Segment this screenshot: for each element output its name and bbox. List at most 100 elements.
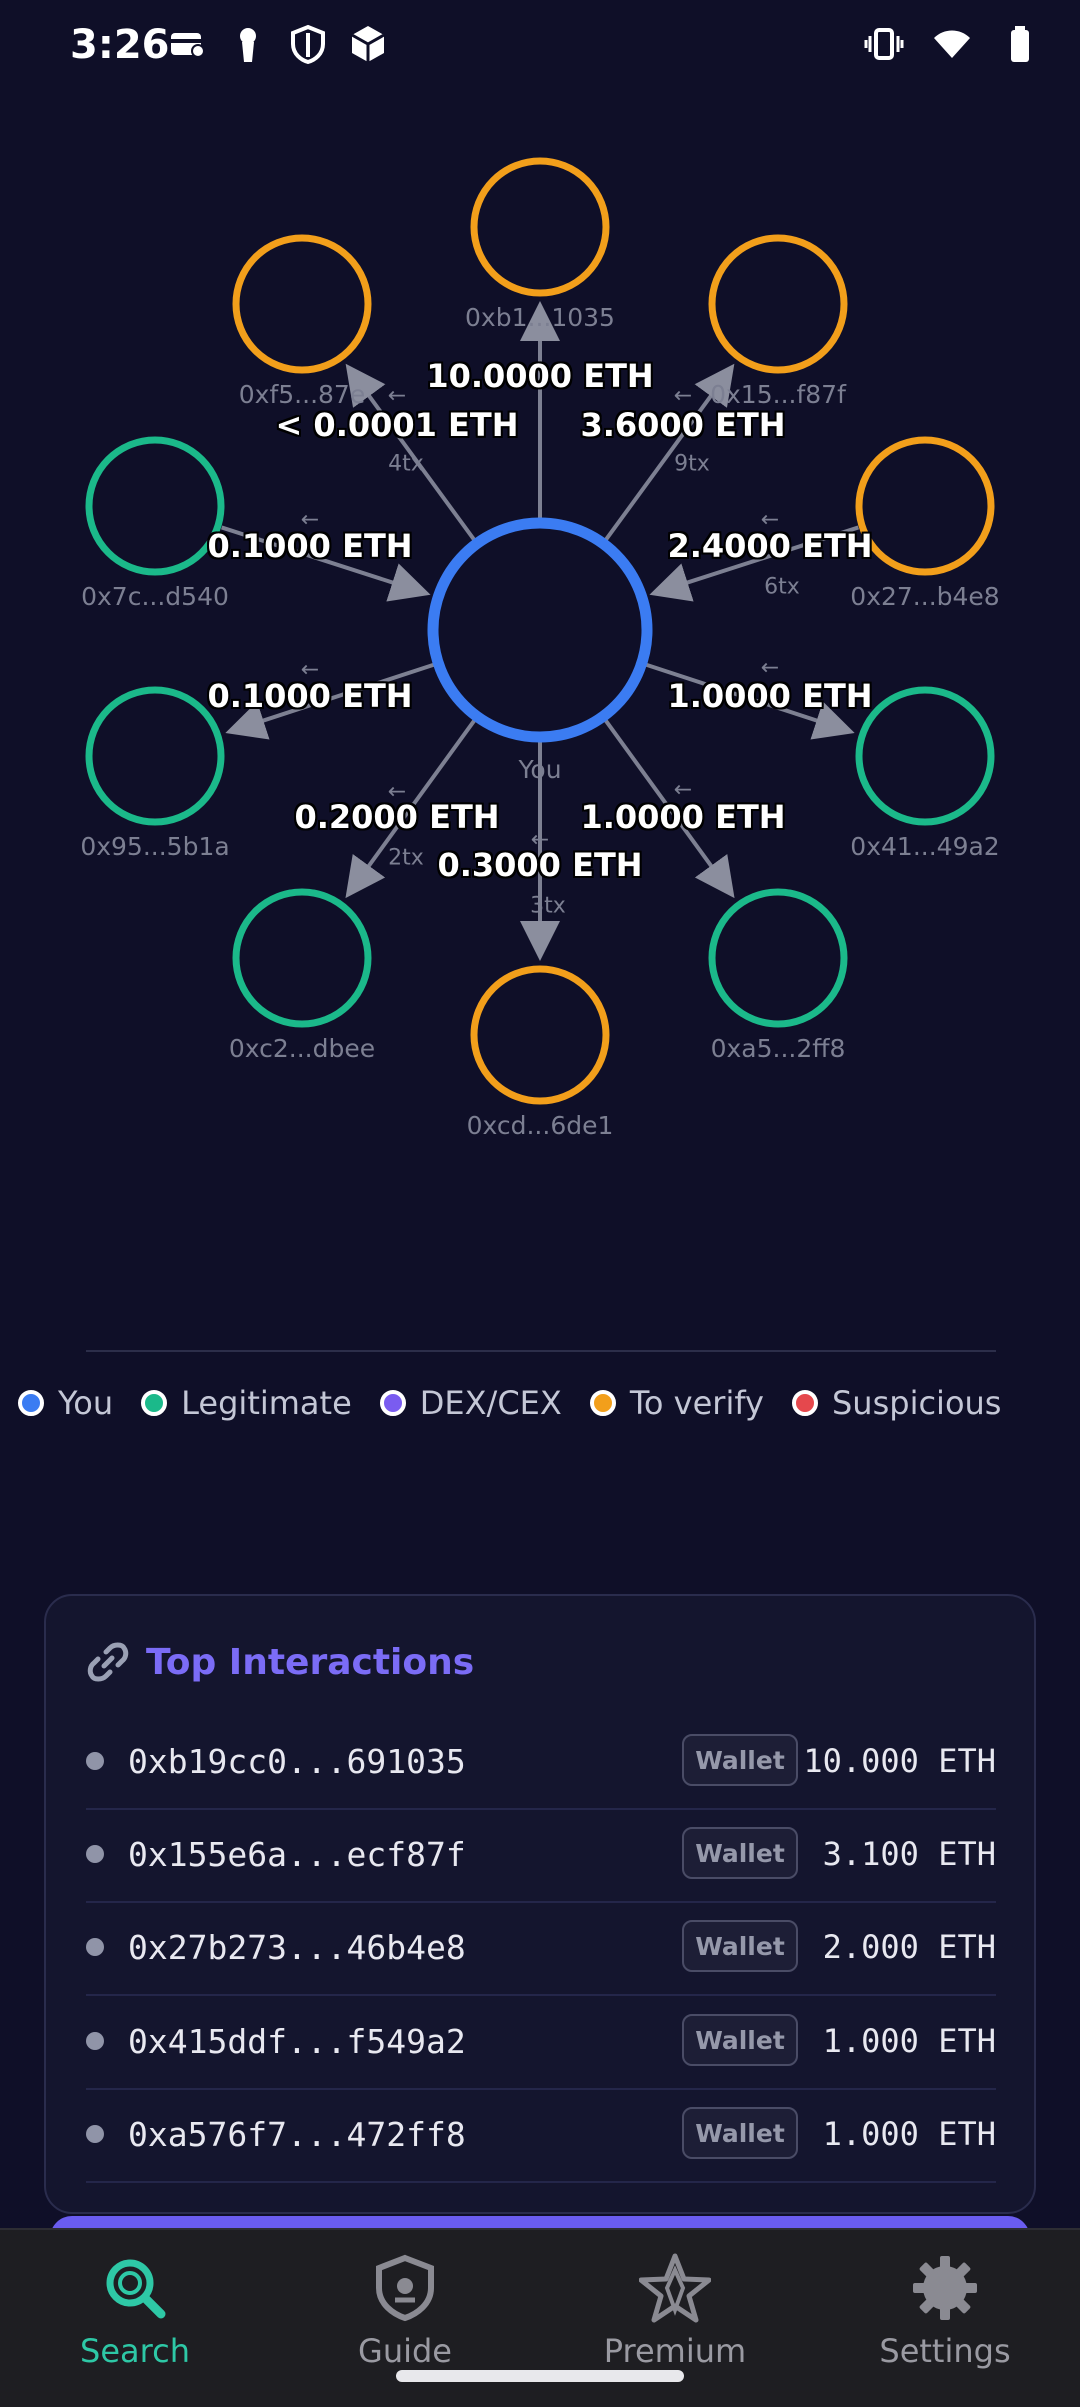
row-address: 0xa576f7...472ff8 <box>128 2115 466 2154</box>
graph-node-you[interactable] <box>427 517 653 743</box>
row-amount: 10.000 ETH <box>803 1742 996 1780</box>
divider <box>86 1350 996 1352</box>
row-amount: 1.000 ETH <box>822 2022 996 2060</box>
graph-node[interactable] <box>85 436 225 576</box>
graph-node[interactable] <box>232 234 372 374</box>
row-badge: Wallet <box>682 1827 798 1879</box>
graph-node-label: 0xcd...6de1 <box>466 1111 614 1140</box>
legend-item-dex-cex: DEX/CEX <box>379 1384 562 1422</box>
edge-tx-count: 4tx <box>388 451 424 477</box>
wifi-icon <box>934 30 970 58</box>
edge-amount-label: 1.0000 ETH <box>580 798 786 836</box>
row-amount: 2.000 ETH <box>822 1928 996 1966</box>
graph-node-label: 0xf5...87e <box>238 380 366 409</box>
edge-amount-label: 0.3000 ETH <box>437 846 643 884</box>
legend-item-suspicious: Suspicious <box>791 1384 1002 1422</box>
vibrate-icon <box>864 28 904 60</box>
nav-guide[interactable]: Guide <box>305 2252 505 2370</box>
graph-node[interactable] <box>470 157 610 297</box>
battery-icon <box>1011 26 1029 62</box>
legend-label: DEX/CEX <box>419 1384 562 1422</box>
interaction-row[interactable]: 0xb19cc0...691035 Wallet 10.000 ETH <box>86 1716 996 1810</box>
graph-node[interactable] <box>855 686 995 826</box>
keyhole-icon <box>240 28 256 62</box>
row-address: 0x415ddf...f549a2 <box>128 2022 466 2061</box>
legend-dot <box>791 1390 818 1416</box>
legend-dot <box>18 1390 44 1416</box>
row-amount: 1.000 ETH <box>822 2115 996 2153</box>
row-badge: Wallet <box>682 2014 798 2066</box>
row-badge: Wallet <box>682 2107 798 2159</box>
graph-node[interactable] <box>85 686 225 826</box>
link-icon <box>87 1642 129 1682</box>
nav-label: Search <box>80 2332 190 2370</box>
legend-item-legitimate: Legitimate <box>141 1384 352 1422</box>
graph-node[interactable] <box>708 234 848 374</box>
status-time: 3:26 <box>70 22 170 68</box>
interaction-row[interactable]: 0x415ddf...f549a2 Wallet 1.000 ETH <box>86 1996 996 2090</box>
shield-icon <box>291 24 325 64</box>
graph-legend: You Legitimate DEX/CEX To verify Suspici… <box>18 1384 1001 1422</box>
row-bullet <box>86 1845 104 1863</box>
legend-label: You <box>58 1384 114 1422</box>
row-address: 0xb19cc0...691035 <box>128 1742 466 1781</box>
graph-node[interactable] <box>855 436 995 576</box>
edge-amount-label: 1.0000 ETH <box>667 677 873 715</box>
legend-item-to-verify: To verify <box>589 1384 764 1422</box>
card-title: Top Interactions <box>146 1641 475 1683</box>
interaction-row[interactable]: 0x155e6a...ecf87f Wallet 3.100 ETH <box>86 1809 996 1903</box>
legend-dot <box>379 1390 406 1416</box>
graph-canvas <box>85 157 995 1105</box>
legend-label: To verify <box>629 1384 764 1422</box>
nav-label: Settings <box>879 2332 1011 2370</box>
legend-label: Suspicious <box>831 1384 1002 1422</box>
edge-amount-label: 0.2000 ETH <box>294 798 500 836</box>
row-bullet <box>86 1938 104 1956</box>
graph-node-label: 0x7c...d540 <box>81 582 229 611</box>
gear-icon <box>913 2256 977 2320</box>
interaction-row[interactable]: 0xa576f7...472ff8 Wallet 1.000 ETH <box>86 2089 996 2183</box>
edge-direction-arrow: ← <box>673 383 693 409</box>
search-icon <box>106 2259 166 2319</box>
edge-tx-count: 9tx <box>674 451 710 477</box>
graph-node[interactable] <box>470 965 610 1105</box>
row-bullet <box>86 2032 104 2050</box>
nav-label: Guide <box>358 2332 452 2370</box>
graph-node-label: 0xa5...2ff8 <box>710 1034 846 1063</box>
graph-node[interactable] <box>232 888 372 1028</box>
edge-amount-label: 0.1000 ETH <box>207 527 413 565</box>
nav-settings[interactable]: Settings <box>845 2252 1045 2370</box>
nav-search[interactable]: Search <box>35 2252 235 2370</box>
graph-node[interactable] <box>708 888 848 1028</box>
edge-direction-arrow: ← <box>387 383 407 409</box>
graph-node-label: 0x15...f87f <box>710 380 846 409</box>
edge-tx-count: 2tx <box>388 845 424 871</box>
interaction-row[interactable]: 0x27b273...46b4e8 Wallet 2.000 ETH <box>86 1902 996 1996</box>
top-interactions-card: Top Interactions 0xb19cc0...691035 Walle… <box>44 1594 1036 2214</box>
box-icon <box>351 26 385 62</box>
legend-item-you: You <box>18 1384 113 1422</box>
graph-node-label: 0xc2...dbee <box>228 1034 376 1063</box>
row-bullet <box>86 2125 104 2143</box>
row-badge: Wallet <box>682 1734 798 1786</box>
nav-premium[interactable]: Premium <box>575 2252 775 2370</box>
edge-tx-count: 6tx <box>764 574 800 600</box>
graph-node-label: 0x95...5b1a <box>80 832 230 861</box>
edge-amount-label: 3.6000 ETH <box>580 406 786 444</box>
legend-dot <box>589 1390 616 1416</box>
legend-label: Legitimate <box>181 1384 352 1422</box>
home-indicator <box>396 2370 684 2382</box>
star-icon <box>639 2253 711 2323</box>
graph-node-label-you: You <box>518 755 562 784</box>
edge-amount-label: 2.4000 ETH <box>667 527 873 565</box>
graph-node-label: 0x27...b4e8 <box>850 582 1000 611</box>
row-bullet <box>86 1752 104 1770</box>
graph-node-label: 0x41...49a2 <box>850 832 1000 861</box>
row-badge: Wallet <box>682 1920 798 1972</box>
row-address: 0x155e6a...ecf87f <box>128 1835 466 1874</box>
row-amount: 3.100 ETH <box>822 1835 996 1873</box>
card-header: Top Interactions <box>86 1640 474 1684</box>
interaction-graph: 0xb1...1035 0x15...f87f 0x27...b4e8 0x41...… <box>0 100 1080 1330</box>
nav-label: Premium <box>603 2332 747 2370</box>
edge-amount-label: 10.0000 ETH <box>426 357 654 395</box>
